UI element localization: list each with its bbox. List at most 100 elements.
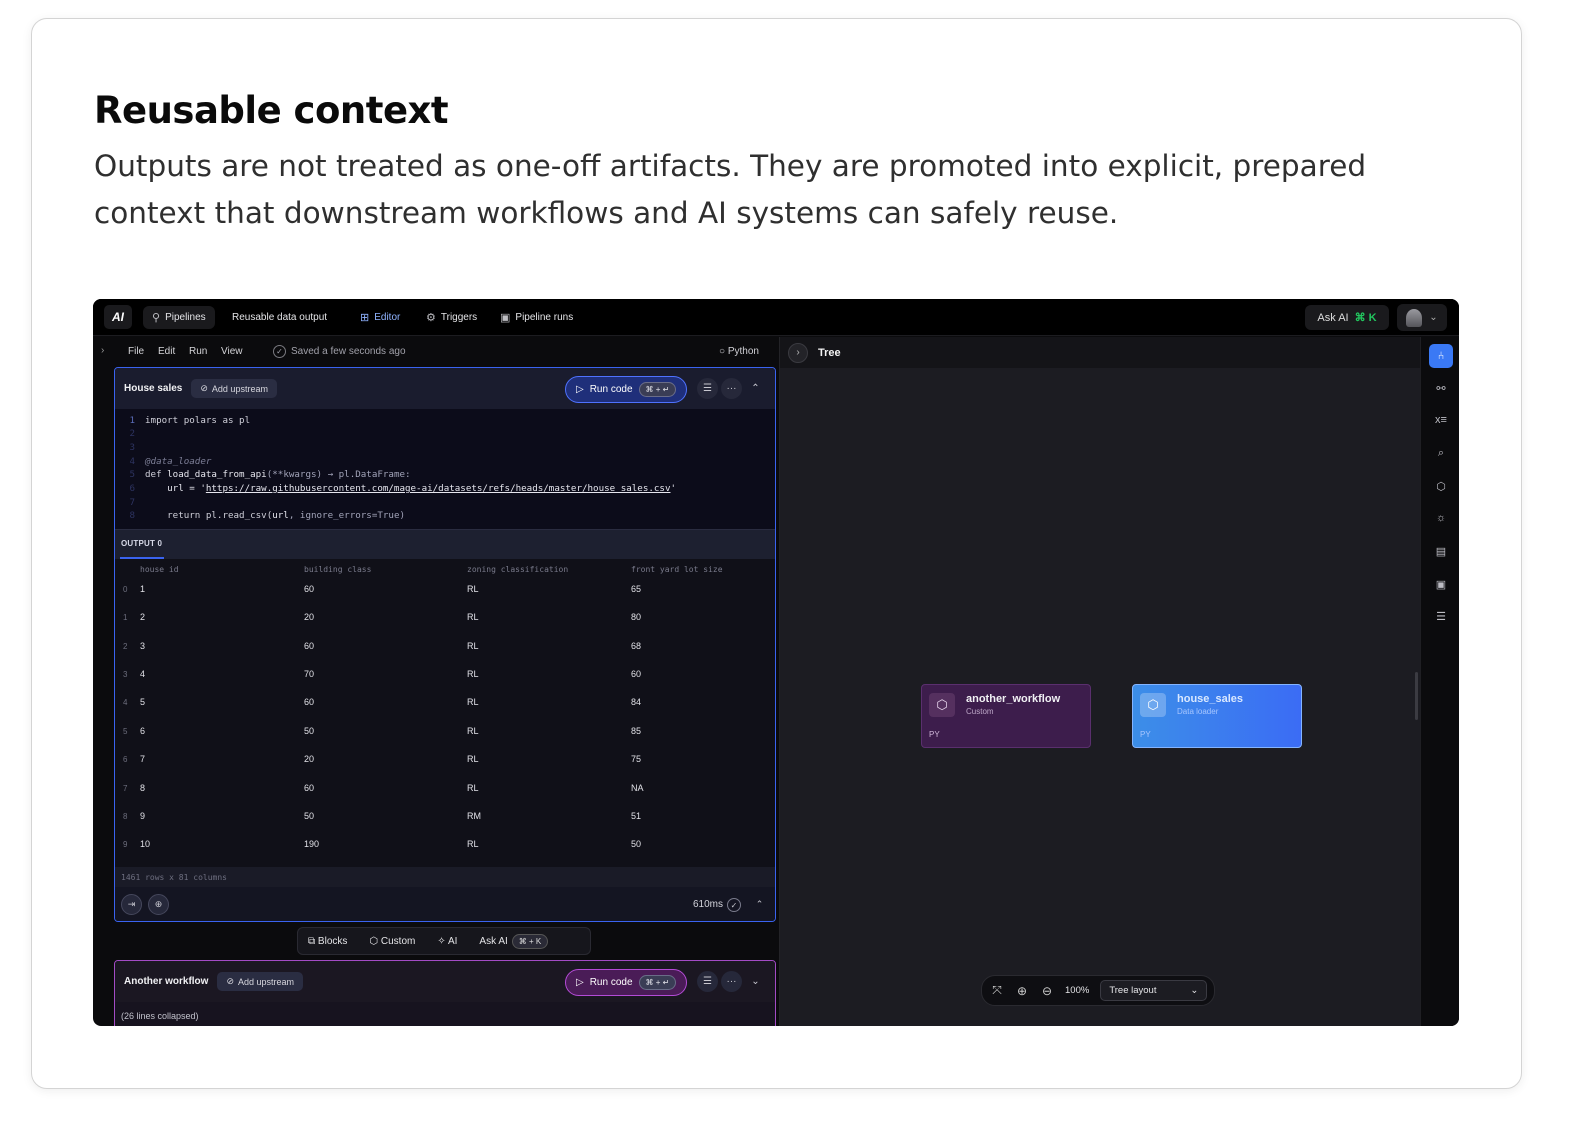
layout-select[interactable]: Tree layout ⌄: [1100, 980, 1208, 1001]
nav-triggers[interactable]: ⚙ Triggers: [417, 306, 486, 329]
table-cell: 20: [304, 754, 315, 764]
nav-pipelines[interactable]: ⚲ Pipelines: [143, 306, 215, 329]
code-text: def: [145, 469, 168, 480]
sign-in-icon[interactable]: ⇥: [121, 894, 142, 915]
nav-pipeline-name[interactable]: Reusable data output: [223, 306, 336, 329]
file-icon[interactable]: ▤: [1429, 539, 1453, 563]
row-index: 8: [123, 812, 128, 821]
run-shortcut: ⌘ + ↵: [638, 975, 677, 990]
table-cell: RL: [467, 641, 479, 651]
settings-sliders-icon[interactable]: ☰: [697, 378, 718, 399]
menu-file[interactable]: File: [128, 346, 144, 357]
editor-menubar: › File Edit Run View ✓ Saved a few secon…: [93, 337, 779, 367]
ask-ai-button[interactable]: Ask AI ⌘ K: [1305, 305, 1389, 330]
code-editor[interactable]: 1 import polars as pl 2 3 4 @data_loader 5…: [115, 409, 775, 529]
fit-view-icon[interactable]: ⤧: [990, 983, 1004, 998]
add-upstream-button[interactable]: ⊘ Add upstream: [191, 379, 277, 398]
triggers-icon: ⚙: [426, 312, 436, 324]
column-header: house id: [140, 565, 179, 574]
custom-label: Custom: [380, 935, 416, 947]
terminal-icon[interactable]: ▣: [1429, 572, 1453, 596]
collapsed-lines[interactable]: (26 lines collapsed): [121, 1011, 199, 1021]
table-row: 3 4 70 RL 60: [115, 661, 775, 689]
tree-node-house-sales[interactable]: ⬡ house_sales Data loader PY: [1132, 684, 1302, 748]
upload-icon[interactable]: ⊕: [148, 894, 169, 915]
app-logo[interactable]: AI: [104, 305, 132, 329]
output-table: house id building class zoning classific…: [115, 559, 775, 867]
custom-button[interactable]: ⬡ Custom: [369, 936, 415, 947]
add-upstream-button[interactable]: ⊘ Add upstream: [217, 972, 304, 991]
code-line: 7: [115, 497, 145, 510]
run-code-button[interactable]: ▷ Run code ⌘ + ↵: [565, 376, 687, 403]
row-index: 9: [123, 840, 128, 849]
code-line: 1 import polars as pl: [115, 415, 250, 428]
check-circle-icon: ✓: [273, 345, 286, 358]
ask-ai-shortcut: ⌘ + K: [511, 933, 549, 949]
menu-edit[interactable]: Edit: [158, 346, 175, 357]
code-line: 5 def load_data_from_api (**kwargs) → pl.D…: [115, 469, 410, 482]
debug-icon[interactable]: ☼: [1429, 506, 1453, 530]
language-indicator[interactable]: ○ Python: [719, 346, 759, 357]
ai-button[interactable]: ✧ AI: [437, 936, 457, 947]
table-cell: 68: [631, 641, 642, 651]
pipelines-icon: ⚲: [152, 312, 161, 324]
code-line: 4 @data_loader: [115, 456, 211, 469]
block-another-workflow[interactable]: Another workflow ⊘ Add upstream ▷ Run co…: [114, 960, 776, 1026]
nav-label: Editor: [374, 312, 401, 323]
chevron-up-icon[interactable]: ⌃: [745, 378, 766, 399]
table-cell: 80: [631, 612, 642, 622]
chevron-right-icon[interactable]: ›: [788, 342, 808, 363]
table-row: 9 10 190 RL 50: [115, 831, 775, 859]
tree-node-another-workflow[interactable]: ⬡ another_workflow Custom PY: [921, 684, 1091, 748]
download-icon: ⬡: [1140, 693, 1166, 717]
code-line: 3: [115, 442, 145, 455]
more-options-icon[interactable]: ···: [721, 378, 742, 399]
row-index: 5: [123, 727, 128, 736]
zoom-out-icon[interactable]: ⊖: [1040, 984, 1054, 998]
user-menu[interactable]: ⌄: [1397, 304, 1447, 331]
blocks-button[interactable]: ⧉ Blocks: [308, 936, 347, 947]
run-code-label: Run code: [589, 384, 633, 395]
search-icon[interactable]: ⌕: [1429, 441, 1453, 465]
table-row: 8 9 50 RM 51: [115, 803, 775, 831]
graph-icon[interactable]: ⚯: [1429, 376, 1453, 400]
code-url[interactable]: https://raw.githubusercontent.com/mage-a…: [206, 483, 671, 496]
zoom-in-icon[interactable]: ⊕: [1015, 984, 1029, 998]
settings-sliders-icon[interactable]: ☰: [697, 971, 718, 992]
chevron-up-icon[interactable]: ⌃: [749, 894, 770, 915]
table-cell: RL: [467, 839, 479, 849]
block-name: Another workflow: [124, 976, 209, 987]
table-cell: 60: [304, 783, 315, 793]
more-options-icon[interactable]: ···: [721, 971, 742, 992]
table-cell: 60: [304, 641, 315, 651]
table-cell: RL: [467, 612, 479, 622]
output-tab[interactable]: OUTPUT 0: [115, 529, 775, 559]
menu-view[interactable]: View: [221, 346, 243, 357]
nav-editor[interactable]: ⊞ Editor: [351, 306, 409, 329]
line-number: 4: [129, 456, 135, 467]
right-toolbar: ⑃ ⚯ x≡ ⌕ ⬡ ☼ ▤ ▣ ☰: [1420, 337, 1459, 1026]
dock-ask-ai-button[interactable]: Ask AI ⌘ + K: [479, 933, 549, 949]
code-text: ': [670, 483, 677, 494]
chevron-down-icon[interactable]: ⌄: [745, 971, 766, 992]
ask-ai-label: Ask AI: [1317, 311, 1349, 324]
line-number: 2: [129, 428, 135, 439]
table-cell: 84: [631, 697, 642, 707]
canvas-scrollbar[interactable]: [1415, 672, 1418, 720]
table-row: 4 5 60 RL 84: [115, 689, 775, 717]
nav-pipeline-runs[interactable]: ▣ Pipeline runs: [491, 306, 582, 329]
top-navigation-bar: AI ⚲ Pipelines Reusable data output ⊞ Ed…: [93, 299, 1459, 336]
pipeline-runs-icon: ▣: [500, 312, 511, 324]
variables-icon[interactable]: x≡: [1429, 408, 1453, 432]
menu-run[interactable]: Run: [189, 346, 207, 357]
block-house-sales[interactable]: House sales ⊘ Add upstream ▷ Run code ⌘ …: [114, 367, 776, 922]
nav-label: Pipelines: [165, 312, 206, 323]
expand-sidebar-icon[interactable]: ›: [101, 345, 104, 356]
block-header: Another workflow ⊘ Add upstream ▷ Run co…: [115, 961, 775, 1002]
tree-view-icon[interactable]: ⑃: [1429, 344, 1453, 368]
table-cell: 60: [304, 584, 315, 594]
settings-sliders-icon[interactable]: ☰: [1429, 604, 1453, 628]
package-icon[interactable]: ⬡: [1429, 474, 1453, 498]
zoom-toolbar: ⤧ ⊕ ⊖ 100% Tree layout ⌄: [981, 975, 1215, 1006]
run-code-button[interactable]: ▷ Run code ⌘ + ↵: [565, 969, 687, 996]
